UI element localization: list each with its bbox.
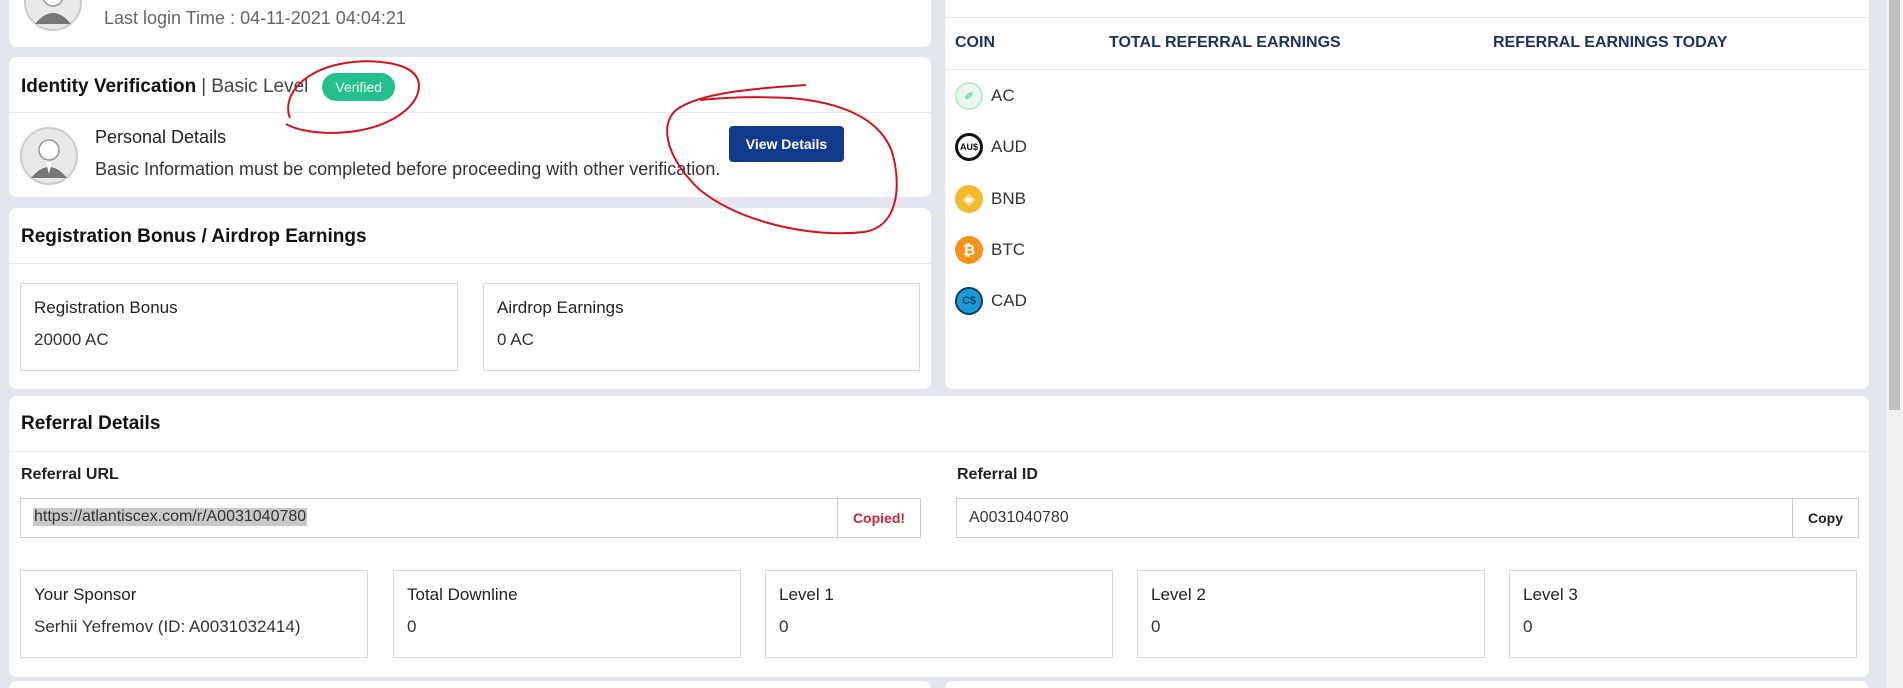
registration-title: Registration Bonus / Airdrop Earnings bbox=[21, 226, 367, 247]
cad-coin-icon: C$ bbox=[955, 287, 983, 315]
divider bbox=[9, 263, 931, 264]
identity-title: Identity Verification bbox=[21, 76, 197, 97]
level-1-value: 0 bbox=[779, 617, 789, 636]
level-3-label: Level 3 bbox=[1523, 585, 1578, 604]
login-info-card: Last login Time : 04-11-2021 04:04:21 bbox=[9, 0, 931, 47]
bnb-coin-icon: ◈ bbox=[955, 185, 983, 213]
sponsor-label: Your Sponsor bbox=[34, 585, 137, 604]
identity-verification-card: Identity Verification | Basic Level Veri… bbox=[9, 57, 931, 197]
total-downline-box: Total Downline 0 bbox=[393, 570, 741, 658]
identity-title-row: Identity Verification | Basic Level Veri… bbox=[21, 73, 396, 101]
level-1-label: Level 1 bbox=[779, 585, 834, 604]
divider bbox=[9, 112, 931, 113]
level-2-label: Level 2 bbox=[1151, 585, 1206, 604]
registration-bonus-label: Registration Bonus bbox=[34, 298, 178, 317]
coin-row: AU$ AUD bbox=[955, 133, 1027, 161]
coin-row: C$ CAD bbox=[955, 287, 1027, 315]
ac-coin-icon: ✐ bbox=[955, 82, 983, 110]
verification-level: Basic Level bbox=[211, 76, 309, 97]
divider bbox=[945, 17, 1869, 18]
coin-row: ✐ AC bbox=[955, 82, 1015, 110]
title-separator: | bbox=[201, 76, 207, 97]
level-2-box: Level 2 0 bbox=[1137, 570, 1485, 658]
airdrop-earnings-label: Airdrop Earnings bbox=[497, 298, 624, 317]
personal-details-title: Personal Details bbox=[95, 127, 227, 147]
referral-id-label: Referral ID bbox=[957, 466, 1038, 483]
level-1-box: Level 1 0 bbox=[765, 570, 1113, 658]
coin-name: AC bbox=[991, 86, 1015, 105]
coin-name: BTC bbox=[991, 240, 1025, 259]
aud-coin-icon: AU$ bbox=[955, 133, 983, 161]
personal-details-text: Basic Information must be completed befo… bbox=[95, 159, 721, 179]
referral-id-input[interactable] bbox=[957, 499, 1792, 537]
referral-url-field[interactable]: https://atlantiscex.com/r/A0031040780 bbox=[21, 499, 837, 537]
coin-name: BNB bbox=[991, 189, 1026, 208]
referral-earnings-card: COIN TOTAL REFERRAL EARNINGS REFERRAL EA… bbox=[945, 0, 1869, 389]
level-3-box: Level 3 0 bbox=[1509, 570, 1857, 658]
coin-row: ₿ BTC bbox=[955, 236, 1025, 264]
registration-bonus-card: Registration Bonus / Airdrop Earnings Re… bbox=[9, 208, 931, 389]
copy-button[interactable]: Copy bbox=[1792, 499, 1858, 537]
level-2-value: 0 bbox=[1151, 617, 1161, 636]
referral-earnings-today-header: REFERRAL EARNINGS TODAY bbox=[1493, 34, 1728, 51]
view-details-button[interactable]: View Details bbox=[729, 126, 844, 162]
referral-url-label: Referral URL bbox=[21, 466, 119, 483]
coin-name: CAD bbox=[991, 291, 1027, 310]
registration-bonus-value: 20000 AC bbox=[34, 330, 109, 349]
airdrop-earnings-value: 0 AC bbox=[497, 330, 534, 349]
total-referral-earnings-header: TOTAL REFERRAL EARNINGS bbox=[1109, 34, 1341, 51]
referral-details-card: Referral Details Referral URL https://at… bbox=[9, 396, 1869, 677]
next-card-left bbox=[9, 681, 931, 688]
total-downline-label: Total Downline bbox=[407, 585, 518, 604]
copied-button[interactable]: Copied! bbox=[837, 499, 920, 537]
airdrop-earnings-box: Airdrop Earnings 0 AC bbox=[483, 283, 920, 371]
coin-name: AUD bbox=[991, 137, 1027, 156]
sponsor-box: Your Sponsor Serhii Yefremov (ID: A00310… bbox=[20, 570, 368, 658]
referral-url-group: https://atlantiscex.com/r/A0031040780 Co… bbox=[20, 498, 921, 538]
referral-id-group: Copy bbox=[956, 498, 1859, 538]
level-3-value: 0 bbox=[1523, 617, 1533, 636]
coin-header: COIN bbox=[955, 34, 995, 51]
last-login-time: Last login Time : 04-11-2021 04:04:21 bbox=[104, 8, 406, 28]
page-scrollbar-thumb[interactable] bbox=[1889, 0, 1900, 410]
divider bbox=[9, 451, 1869, 452]
referral-title: Referral Details bbox=[21, 413, 161, 434]
divider bbox=[945, 69, 1869, 70]
user-avatar-icon bbox=[20, 127, 78, 185]
user-avatar-icon bbox=[24, 0, 82, 31]
verified-badge: Verified bbox=[322, 73, 396, 101]
next-card-right bbox=[945, 681, 1869, 688]
coin-row: ◈ BNB bbox=[955, 185, 1026, 213]
sponsor-value: Serhii Yefremov (ID: A0031032414) bbox=[34, 617, 301, 636]
referral-url-value: https://atlantiscex.com/r/A0031040780 bbox=[33, 508, 308, 526]
total-downline-value: 0 bbox=[407, 617, 417, 636]
registration-bonus-box: Registration Bonus 20000 AC bbox=[20, 283, 458, 371]
btc-coin-icon: ₿ bbox=[955, 236, 983, 264]
